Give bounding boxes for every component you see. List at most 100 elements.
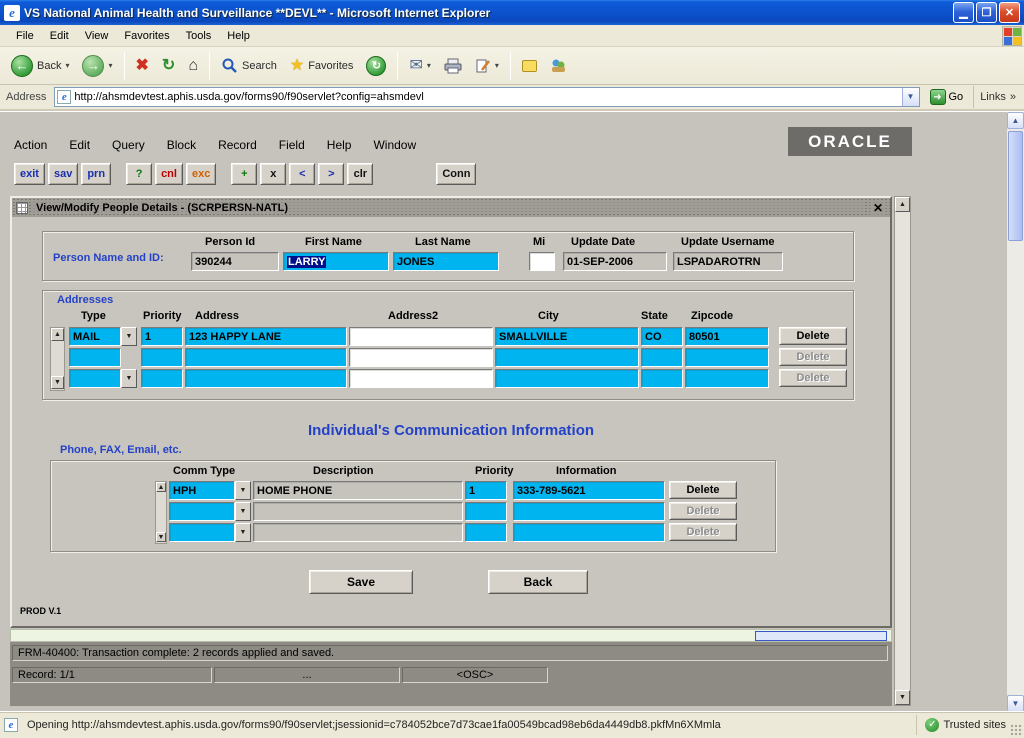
menu-tools[interactable]: Tools <box>178 27 220 45</box>
oracle-menu-field[interactable]: Field <box>279 138 305 152</box>
address2-field[interactable] <box>349 369 493 388</box>
discuss-button[interactable] <box>517 51 542 81</box>
zipcode-field[interactable] <box>685 348 769 367</box>
oracle-menu-record[interactable]: Record <box>218 138 257 152</box>
city-field[interactable] <box>495 369 639 388</box>
refresh-button[interactable]: ↻ <box>157 51 180 81</box>
page-vertical-scrollbar[interactable]: ▲ ▼ <box>1007 112 1024 712</box>
comm-type-field[interactable]: HPH <box>169 481 235 500</box>
comm-type-dropdown-button[interactable]: ▼ <box>235 523 251 542</box>
address-field[interactable] <box>185 348 347 367</box>
menu-help[interactable]: Help <box>219 27 258 45</box>
scroll-down-button[interactable]: ▼ <box>156 532 166 542</box>
comm-priority-field[interactable] <box>465 502 507 521</box>
mail-dropdown-icon[interactable]: ▾ <box>427 61 431 70</box>
address-field[interactable] <box>185 369 347 388</box>
save-button[interactable]: Save <box>309 570 413 594</box>
comm-type-field[interactable] <box>169 523 235 542</box>
zipcode-field[interactable]: 80501 <box>685 327 769 346</box>
address-field[interactable]: 123 HAPPY LANE <box>185 327 347 346</box>
conn-button[interactable]: Conn <box>436 163 476 185</box>
state-field[interactable] <box>641 348 683 367</box>
mail-button[interactable]: ✉ ▾ <box>404 51 435 81</box>
scroll-down-button[interactable]: ▼ <box>1007 695 1024 712</box>
next-record-button[interactable]: > <box>318 163 344 185</box>
zipcode-field[interactable] <box>685 369 769 388</box>
address-type-field[interactable] <box>69 348 121 367</box>
scroll-up-button[interactable]: ▲ <box>156 482 166 492</box>
messenger-button[interactable] <box>545 51 572 81</box>
favorites-button[interactable]: ★ Favorites <box>285 51 359 81</box>
menu-favorites[interactable]: Favorites <box>116 27 177 45</box>
links-chevron-icon[interactable]: » <box>1010 91 1016 103</box>
first-name-field[interactable]: LARRY <box>283 252 389 271</box>
go-button[interactable]: ➜ Go <box>924 86 970 108</box>
comm-type-dropdown-button[interactable]: ▼ <box>235 481 251 500</box>
comm-information-field[interactable]: 333-789-5621 <box>513 481 665 500</box>
oracle-menu-action[interactable]: Action <box>14 138 47 152</box>
city-field[interactable]: SMALLVILLE <box>495 327 639 346</box>
address-type-field[interactable] <box>69 369 121 388</box>
oracle-menu-edit[interactable]: Edit <box>69 138 90 152</box>
clear-button[interactable]: clr <box>347 163 373 185</box>
forms-vertical-scrollbar[interactable]: ▲ ▼ <box>894 196 911 706</box>
print-toolbar-button[interactable]: prn <box>81 163 111 185</box>
edit-button[interactable]: ▾ <box>470 51 504 81</box>
previous-record-button[interactable]: < <box>289 163 315 185</box>
back-button[interactable]: ← Back ▾ <box>6 51 74 81</box>
home-button[interactable]: ⌂ <box>183 51 203 81</box>
form-titlebar[interactable]: View/Modify People Details - (SCRPERSN-N… <box>12 198 890 217</box>
scrollbar-thumb[interactable] <box>1008 131 1023 241</box>
close-button[interactable]: ✕ <box>999 2 1020 23</box>
comm-type-field[interactable] <box>169 502 235 521</box>
comm-type-dropdown-button[interactable]: ▼ <box>235 502 251 521</box>
city-field[interactable] <box>495 348 639 367</box>
mi-field[interactable] <box>529 252 555 271</box>
menu-file[interactable]: File <box>8 27 42 45</box>
back-button-form[interactable]: Back <box>488 570 588 594</box>
scroll-up-button[interactable]: ▲ <box>1007 112 1024 129</box>
state-field[interactable]: CO <box>641 327 683 346</box>
back-dropdown-icon[interactable]: ▾ <box>65 61 69 70</box>
comm-information-field[interactable] <box>513 502 665 521</box>
oracle-menu-query[interactable]: Query <box>112 138 145 152</box>
delete-address-button[interactable]: Delete <box>779 327 847 345</box>
delete-comm-button[interactable]: Delete <box>669 481 737 499</box>
menu-view[interactable]: View <box>77 27 117 45</box>
help-toolbar-button[interactable]: ? <box>126 163 152 185</box>
resize-grip[interactable] <box>1010 724 1023 737</box>
address-type-field[interactable]: MAIL <box>69 327 121 346</box>
form-close-icon[interactable]: ✕ <box>870 201 886 215</box>
scroll-up-button[interactable]: ▲ <box>51 328 64 341</box>
scroll-down-button[interactable]: ▼ <box>895 690 910 705</box>
oracle-menu-help[interactable]: Help <box>327 138 352 152</box>
address2-field[interactable] <box>349 327 493 346</box>
add-record-button[interactable]: + <box>231 163 257 185</box>
address-priority-field[interactable]: 1 <box>141 327 183 346</box>
stop-button[interactable]: ✖ <box>131 51 154 81</box>
links-bar[interactable]: Links » <box>973 86 1022 108</box>
scroll-up-button[interactable]: ▲ <box>895 197 910 212</box>
address-input[interactable]: e http://ahsmdevtest.aphis.usda.gov/form… <box>54 87 919 107</box>
save-toolbar-button[interactable]: sav <box>48 163 78 185</box>
menu-edit[interactable]: Edit <box>42 27 77 45</box>
minimize-button[interactable]: ▁ <box>953 2 974 23</box>
address2-field[interactable] <box>349 348 493 367</box>
type-dropdown-button[interactable]: ▼ <box>121 369 137 388</box>
execute-toolbar-button[interactable]: exc <box>186 163 216 185</box>
state-field[interactable] <box>641 369 683 388</box>
print-button[interactable] <box>439 51 467 81</box>
oracle-menu-block[interactable]: Block <box>167 138 196 152</box>
edit-dropdown-icon[interactable]: ▾ <box>495 61 499 70</box>
last-name-field[interactable]: JONES <box>393 252 499 271</box>
cancel-toolbar-button[interactable]: cnl <box>155 163 183 185</box>
comm-priority-field[interactable]: 1 <box>465 481 507 500</box>
address-priority-field[interactable] <box>141 369 183 388</box>
comm-priority-field[interactable] <box>465 523 507 542</box>
oracle-menu-window[interactable]: Window <box>373 138 416 152</box>
type-dropdown-button[interactable]: ▼ <box>121 327 137 346</box>
forward-dropdown-icon[interactable]: ▾ <box>108 61 112 70</box>
search-button[interactable]: Search <box>216 51 282 81</box>
forward-button[interactable]: → ▾ <box>77 51 117 81</box>
remove-record-button[interactable]: x <box>260 163 286 185</box>
